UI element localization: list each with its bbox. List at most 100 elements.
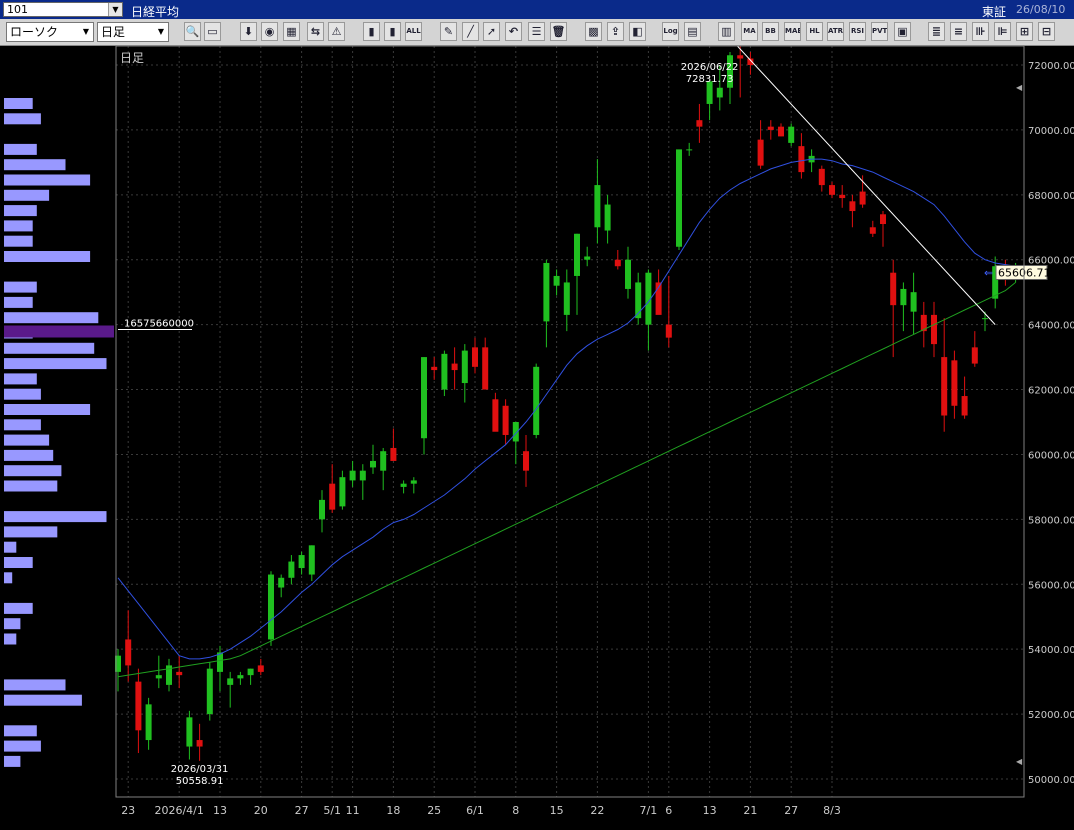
candle-body	[410, 480, 417, 484]
document-icon[interactable]: ☰	[528, 22, 545, 41]
layout-3-icon[interactable]: ⊪	[972, 22, 989, 41]
volume-bar	[4, 143, 37, 155]
candle-body	[859, 191, 866, 205]
volume-bar	[4, 296, 33, 308]
bb-button[interactable]: BB	[762, 22, 779, 41]
candlestick-chart[interactable]: 72000.0070000.0068000.0066000.0064000.00…	[0, 37, 1074, 827]
candle-body	[257, 665, 264, 672]
low-date-label: 2026/03/31	[171, 764, 229, 775]
symbol-code-value: 101	[7, 3, 28, 16]
volume-bar	[4, 342, 95, 354]
y-tick-label: 62000.00	[1028, 386, 1074, 397]
search-stock-icon[interactable]: ◉	[261, 22, 278, 41]
volume-bar	[4, 373, 37, 385]
candle-red-icon[interactable]: ▮	[384, 22, 401, 41]
trash-icon[interactable]: 🗑	[550, 22, 567, 41]
layout-4-icon[interactable]: ⊫	[994, 22, 1011, 41]
hl-button[interactable]: HL	[806, 22, 823, 41]
window-icon[interactable]: ▭	[204, 22, 221, 41]
y-tick-label: 70000.00	[1028, 126, 1074, 137]
arrows-icon[interactable]: ⇆	[307, 22, 324, 41]
scroll-down-marker-icon[interactable]: ◀	[1016, 757, 1023, 766]
chevron-down-icon[interactable]: ▼	[154, 23, 168, 41]
line-tool-icon[interactable]: ╱	[462, 22, 479, 41]
frame-icon[interactable]: ▣	[894, 22, 911, 41]
chevron-down-icon[interactable]: ▼	[108, 3, 122, 16]
color-icon[interactable]: ◧	[629, 22, 646, 41]
candle-body	[308, 545, 315, 575]
cursor-icon[interactable]: ➚	[483, 22, 500, 41]
candle-body	[125, 639, 132, 666]
volume-bar	[4, 251, 91, 262]
symbol-code-input[interactable]: 101 ▼	[3, 2, 123, 17]
plot-border	[115, 45, 1025, 798]
warning-icon[interactable]: ⚠	[328, 22, 345, 41]
candle-body	[278, 577, 285, 588]
log-button[interactable]: Log	[662, 22, 679, 41]
rsi-button[interactable]: RSI	[849, 22, 866, 41]
volume-bar	[4, 235, 33, 247]
candle-body	[380, 451, 387, 471]
candle-body	[155, 675, 162, 679]
volume-bar	[4, 572, 13, 584]
atr-button[interactable]: ATR	[827, 22, 844, 41]
download-icon[interactable]: ⬇	[240, 22, 257, 41]
volume-bar-highlight	[4, 325, 114, 338]
candle-body	[349, 470, 356, 481]
volume-bar	[4, 755, 21, 767]
volume-bar	[4, 633, 17, 645]
candle-body	[533, 366, 540, 435]
chevron-down-icon[interactable]: ▼	[79, 23, 93, 41]
y-axis-ticks: 72000.0070000.0068000.0066000.0064000.00…	[1028, 61, 1074, 786]
volume-bar	[4, 404, 91, 415]
chart-area[interactable]: 72000.00 70000.00 68000.00 66000.00 64000.00…	[0, 37, 1074, 827]
x-tick-label: 27	[295, 804, 309, 817]
period-select[interactable]: 日足 ▼	[97, 22, 169, 42]
candle-body	[798, 146, 805, 173]
undo-icon[interactable]: ↶	[505, 22, 522, 41]
candle-body	[482, 347, 489, 390]
x-tick-label: 8	[512, 804, 519, 817]
layout-5-icon[interactable]: ⊞	[1016, 22, 1033, 41]
layout-6-icon[interactable]: ⊟	[1038, 22, 1055, 41]
volume-bar	[4, 358, 107, 370]
x-tick-label: 13	[213, 804, 227, 817]
candle-body	[196, 740, 203, 747]
mae-button[interactable]: MAE	[784, 22, 801, 41]
candle-body	[237, 675, 244, 679]
grid-icon[interactable]: ▦	[283, 22, 300, 41]
pattern-icon[interactable]: ▩	[585, 22, 602, 41]
zoom-icon[interactable]: 🔍	[184, 22, 201, 41]
x-tick-label: 2026/4/1	[154, 804, 203, 817]
scroll-up-marker-icon[interactable]: ◀	[1016, 83, 1023, 92]
chart-type-select[interactable]: ローソク ▼	[6, 22, 94, 42]
chart-settings-icon[interactable]: ▤	[684, 22, 701, 41]
candle-body	[431, 366, 438, 371]
candle-body	[665, 324, 672, 338]
layout-2-icon[interactable]: ≡	[950, 22, 967, 41]
layout-1-icon[interactable]: ≣	[928, 22, 945, 41]
pen-icon[interactable]: ✎	[440, 22, 457, 41]
candle-body	[604, 204, 611, 231]
x-tick-label: 5/1	[323, 804, 341, 817]
candle-icon[interactable]: ▮	[363, 22, 380, 41]
candle-body	[227, 678, 234, 685]
candle-body	[686, 149, 693, 151]
pvt-button[interactable]: PVT	[871, 22, 888, 41]
x-tick-label: 13	[703, 804, 717, 817]
all-icon[interactable]: ALL	[405, 22, 422, 41]
ma-button[interactable]: MA	[741, 22, 758, 41]
x-tick-label: 6/1	[466, 804, 484, 817]
high-date-label: 2026/06/22	[681, 62, 739, 73]
candle-body	[370, 460, 376, 468]
candle-body	[767, 126, 774, 130]
volume-bar	[4, 388, 41, 400]
export-icon[interactable]: ⇪	[607, 22, 624, 41]
histogram-icon[interactable]: ▥	[718, 22, 735, 41]
period-value: 日足	[101, 25, 126, 39]
price-arrow-icon: ⇐	[984, 266, 993, 279]
x-tick-label: 27	[784, 804, 798, 817]
candle-body	[900, 288, 907, 306]
volume-bar	[4, 557, 33, 568]
candle-body	[288, 561, 295, 578]
